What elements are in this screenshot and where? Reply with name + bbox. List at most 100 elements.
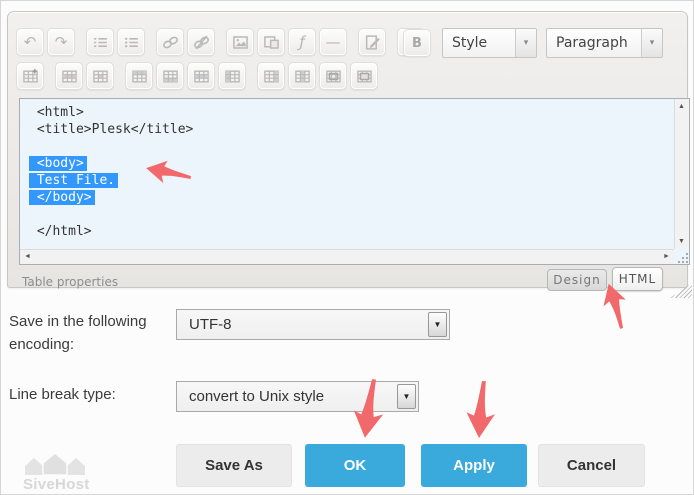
insert-row-after-button[interactable]: [156, 62, 184, 90]
paragraph-format-select[interactable]: Paragraph ▾: [546, 28, 663, 58]
delete-row-button[interactable]: [187, 62, 215, 90]
redo-button[interactable]: ↷: [47, 28, 75, 56]
horizontal-rule-button[interactable]: —: [319, 28, 347, 56]
undo-button[interactable]: ↶: [16, 28, 44, 56]
scroll-up-button[interactable]: ▲: [675, 100, 688, 113]
insert-row-after-icon: [162, 68, 179, 85]
horizontal-scrollbar[interactable]: ◄ ►: [20, 249, 674, 264]
flash-icon: ƒ: [299, 35, 304, 50]
status-bar-path: Table properties: [22, 275, 118, 289]
merge-cells-icon: [356, 68, 373, 85]
ok-button[interactable]: OK: [305, 444, 405, 487]
code-text: </html>: [29, 224, 92, 239]
code-editor[interactable]: <html> <title>Plesk</title> <body> Test …: [20, 99, 674, 249]
code-line: [29, 206, 674, 223]
linebreak-select[interactable]: convert to Unix style ▼: [176, 381, 419, 412]
code-text: <html>: [29, 105, 84, 120]
encoding-label: Save in the following encoding:: [9, 310, 173, 357]
rich-text-editor-widget: ↶ ↷ ƒ — B Style ▾ Paragraph ▾ <html> <title…: [7, 11, 688, 288]
action-buttons-row: Save As OK Apply Cancel: [176, 444, 645, 487]
insert-column-after-button[interactable]: [257, 62, 285, 90]
code-line: [29, 138, 674, 155]
insert-column-before-icon: [224, 68, 241, 85]
undo-icon: ↶: [24, 35, 37, 50]
unordered-list-icon: [123, 34, 140, 51]
tab-html[interactable]: HTML: [612, 267, 663, 291]
view-mode-tabs: DesignHTML: [547, 266, 667, 292]
vertical-scrollbar[interactable]: ▲ ▼: [674, 99, 689, 249]
bold-button[interactable]: B: [403, 29, 431, 57]
insert-table-button[interactable]: [16, 62, 44, 90]
annotation-arrow-apply-button: [461, 379, 501, 440]
code-text: [29, 207, 37, 222]
bold-icon: B: [412, 37, 422, 50]
toolbar-row-2-table-tools: [16, 62, 381, 90]
editor-resize-grip[interactable]: [670, 283, 692, 298]
scroll-right-button[interactable]: ►: [660, 250, 673, 263]
edit-source-button[interactable]: [358, 28, 386, 56]
toolbar-row-1-right: B Style ▾ Paragraph ▾: [403, 28, 663, 58]
selected-code-text: </body>: [29, 190, 95, 205]
chevron-down-icon[interactable]: ▼: [428, 312, 447, 337]
scroll-down-button[interactable]: ▼: [675, 235, 688, 248]
code-line: <body>: [29, 155, 674, 172]
image-icon: [232, 34, 249, 51]
insert-table-icon: [22, 68, 39, 85]
table-cell-properties-button[interactable]: [86, 62, 114, 90]
split-cells-icon: [325, 68, 342, 85]
scroll-left-button[interactable]: ◄: [21, 250, 34, 263]
media-button[interactable]: [257, 28, 285, 56]
code-line: <html>: [29, 104, 674, 121]
apply-button[interactable]: Apply: [421, 444, 527, 487]
chevron-down-icon[interactable]: ▾: [515, 29, 536, 57]
textarea-resize-grip[interactable]: [676, 251, 688, 263]
encoding-select-value: UTF-8: [177, 316, 449, 333]
linebreak-label: Line break type:: [9, 383, 173, 407]
ordered-list-icon: [92, 34, 109, 51]
image-button[interactable]: [226, 28, 254, 56]
html-source-textarea[interactable]: <html> <title>Plesk</title> <body> Test …: [19, 98, 690, 265]
chevron-down-icon[interactable]: ▾: [641, 29, 662, 57]
media-icon: [263, 34, 280, 51]
insert-row-before-icon: [131, 68, 148, 85]
merge-cells-button[interactable]: [350, 62, 378, 90]
selected-code-text: Test File.: [29, 173, 118, 188]
logo-text: SiveHost: [21, 476, 121, 493]
delete-column-button[interactable]: [288, 62, 316, 90]
code-line: <title>Plesk</title>: [29, 121, 674, 138]
cancel-button[interactable]: Cancel: [538, 444, 645, 487]
style-select-value: Style: [443, 35, 515, 51]
delete-row-icon: [193, 68, 210, 85]
save-as-button[interactable]: Save As: [176, 444, 292, 487]
selected-code-text: <body>: [29, 156, 87, 171]
ordered-list-button[interactable]: [86, 28, 114, 56]
tab-design[interactable]: Design: [547, 269, 607, 291]
flash-button[interactable]: ƒ: [288, 28, 316, 56]
toolbar-row-1: ↶ ↷ ƒ —: [16, 28, 428, 56]
code-line: Test File.: [29, 172, 674, 189]
linebreak-select-value: convert to Unix style: [177, 388, 418, 405]
chevron-down-icon[interactable]: ▼: [397, 384, 416, 409]
unlink-icon: [193, 34, 210, 51]
insert-column-before-button[interactable]: [218, 62, 246, 90]
red-arrow-icon: [461, 379, 501, 440]
split-cells-button[interactable]: [319, 62, 347, 90]
code-line: </body>: [29, 189, 674, 206]
table-cell-properties-icon: [92, 68, 109, 85]
code-text: [29, 139, 37, 154]
delete-column-icon: [294, 68, 311, 85]
table-row-properties-icon: [61, 68, 78, 85]
unlink-button[interactable]: [187, 28, 215, 56]
unordered-list-button[interactable]: [117, 28, 145, 56]
insert-column-after-icon: [263, 68, 280, 85]
horizontal-rule-icon: —: [326, 35, 341, 50]
redo-icon: ↷: [55, 35, 68, 50]
code-text: <title>Plesk</title>: [29, 122, 193, 137]
table-row-properties-button[interactable]: [55, 62, 83, 90]
sivehost-logo: SiveHost: [21, 453, 121, 493]
encoding-select[interactable]: UTF-8 ▼: [176, 309, 450, 340]
insert-row-before-button[interactable]: [125, 62, 153, 90]
code-line: </html>: [29, 223, 674, 240]
link-button[interactable]: [156, 28, 184, 56]
style-select[interactable]: Style ▾: [442, 28, 537, 58]
